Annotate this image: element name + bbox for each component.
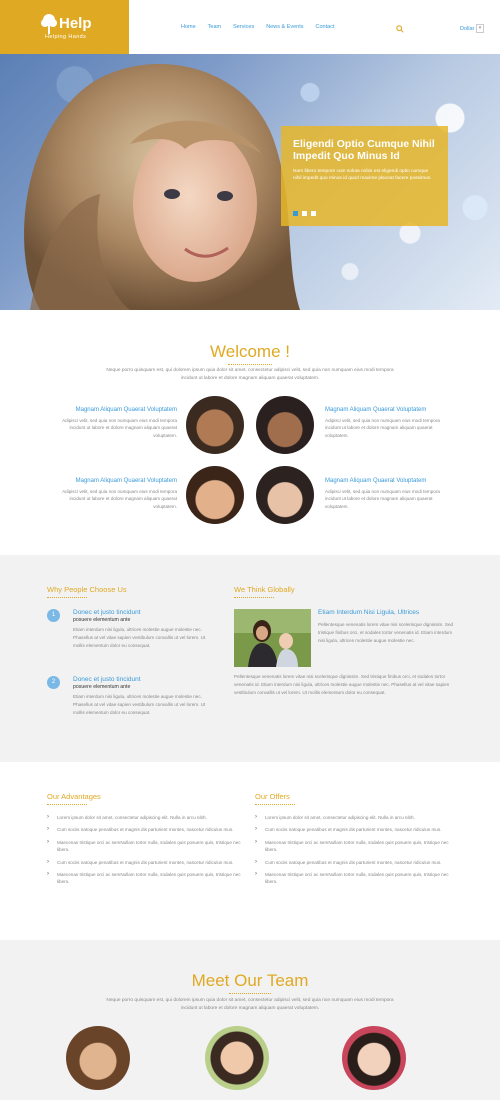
logo[interactable]: Help Helping Hands (0, 0, 129, 54)
title-underline (47, 597, 87, 598)
list-item: Maecenas tristique orci ac semNullam tor… (255, 839, 450, 854)
why-item-subtitle: posuere elementum ante (73, 684, 131, 690)
feature-title[interactable]: Magnam Aliquam Quaerat Voluptatem (47, 478, 177, 486)
title-underline (47, 804, 87, 805)
child-photo (256, 466, 314, 524)
offers-title: Our Offers (255, 792, 290, 801)
why-item-text: Etiam interdum nisi ligula, ultrices mol… (73, 694, 206, 715)
why-item-subtitle: posuere elementum ante (73, 617, 131, 623)
advantages-offers-section: Our Advantages Lorem ipsum dolor sit ame… (0, 762, 500, 940)
list-item: Maecenas tristique orci ac semNullam tor… (255, 871, 450, 886)
nav-home[interactable]: Home (181, 24, 196, 30)
list-item: Lorem ipsum dolor sit amet, consectetur … (47, 814, 242, 822)
feature-item: Magnam Aliquam Quaerat Voluptatem Adipis… (325, 478, 455, 510)
slider-dot[interactable] (302, 211, 307, 216)
hero-title: Eligendi Optio Cumque Nihil Impedit Quo … (293, 138, 435, 162)
title-underline (229, 993, 271, 994)
tree-icon (41, 14, 57, 34)
title-underline (234, 597, 274, 598)
logo-title: Help (59, 15, 92, 32)
main-nav: Home Team Services News & Events Contact (181, 24, 346, 30)
list-item: Cum sociis natoque penatibus et magnis d… (255, 826, 450, 834)
feature-title[interactable]: Magnam Aliquam Quaerat Voluptatem (325, 478, 455, 486)
mother-child-photo (234, 609, 311, 667)
number-badge: 2 (47, 676, 60, 689)
child-photo (256, 396, 314, 454)
feature-text: Adipisci velit, sed quia non numquam eiu… (62, 417, 177, 438)
feature-title[interactable]: Magnam Aliquam Quaerat Voluptatem (47, 407, 177, 415)
team-intro: Neque porro quisquam est, qui dolorem ip… (106, 998, 394, 1011)
hero-girl-photo (24, 64, 300, 310)
nav-team[interactable]: Team (208, 24, 221, 30)
why-item-text: Etiam interdum nisi ligula, ultrices mol… (73, 627, 206, 648)
feature-text: Adipisci velit, sed quia non numquam eiu… (325, 488, 440, 509)
nav-services[interactable]: Services (233, 24, 254, 30)
team-member-photo[interactable] (342, 1026, 406, 1090)
info-band: Why People Choose Us 1 Donec et justo ti… (0, 555, 500, 762)
nav-news-events[interactable]: News & Events (266, 24, 303, 30)
list-item: Maecenas tristique orci ac semNullam tor… (47, 839, 242, 854)
why-item-title[interactable]: Donec et justo tincidunt (73, 609, 208, 616)
feature-item: Magnam Aliquam Quaerat Voluptatem Adipis… (47, 407, 177, 439)
welcome-intro: Neque porro quisquam est, qui dolorem ip… (106, 368, 394, 381)
title-underline (228, 364, 272, 365)
team-member-photo[interactable] (66, 1026, 130, 1090)
global-heading[interactable]: Etiam Interdum Nisi Ligula, Ultrices (318, 609, 419, 616)
global-title: We Think Globally (234, 585, 295, 594)
site-header: Help Helping Hands Home Team Services Ne… (0, 0, 500, 54)
currency-select[interactable]: Dollar (460, 26, 474, 32)
slider-dot[interactable] (293, 211, 298, 216)
list-item: Lorem ipsum dolor sit amet, consectetur … (255, 814, 450, 822)
hero-slider: Eligendi Optio Cumque Nihil Impedit Quo … (0, 54, 500, 310)
hero-text: Nam libero tempore cum soluta nobis est … (293, 169, 432, 181)
team-section: Meet Our Team Neque porro quisquam est, … (0, 940, 500, 1100)
team-member-photo[interactable] (205, 1026, 269, 1090)
why-title: Why People Choose Us (47, 585, 127, 594)
nav-contact[interactable]: Contact (316, 24, 335, 30)
advantages-list: Lorem ipsum dolor sit amet, consectetur … (47, 814, 242, 891)
search-icon[interactable] (396, 25, 404, 33)
feature-item: Magnam Aliquam Quaerat Voluptatem Adipis… (325, 407, 455, 439)
logo-subtitle: Helping Hands (45, 34, 87, 40)
list-item: Cum sociis natoque penatibus et magnis d… (47, 826, 242, 834)
team-title: Meet Our Team (191, 971, 309, 990)
advantages-title: Our Advantages (47, 792, 101, 801)
feature-text: Adipisci velit, sed quia non numquam eiu… (325, 417, 440, 438)
title-underline (255, 804, 295, 805)
child-photo (186, 396, 244, 454)
child-photo (186, 466, 244, 524)
slider-dots (293, 211, 316, 216)
number-badge: 1 (47, 609, 60, 622)
feature-text: Adipisci velit, sed quia non numquam eiu… (62, 488, 177, 509)
why-item-title[interactable]: Donec et justo tincidunt (73, 676, 208, 683)
feature-title[interactable]: Magnam Aliquam Quaerat Voluptatem (325, 407, 455, 415)
feature-item: Magnam Aliquam Quaerat Voluptatem Adipis… (47, 478, 177, 510)
slider-dot[interactable] (311, 211, 316, 216)
offers-list: Lorem ipsum dolor sit amet, consectetur … (255, 814, 450, 891)
welcome-title: Welcome ! (210, 342, 290, 361)
global-text: Pellentesque venenatis lorem vitae nisi … (318, 622, 454, 643)
hero-caption: Eligendi Optio Cumque Nihil Impedit Quo … (281, 126, 448, 226)
global-text-2: Pellentesque venenatis lorem vitae nisi … (234, 674, 450, 695)
list-item: Cum sociis natoque penatibus et magnis d… (255, 859, 450, 867)
chevron-down-icon[interactable]: ▾ (476, 24, 484, 33)
list-item: Maecenas tristique orci ac semNullam tor… (47, 871, 242, 886)
list-item: Cum sociis natoque penatibus et magnis d… (47, 859, 242, 867)
welcome-section: Welcome ! Neque porro quisquam est, qui … (0, 310, 500, 555)
